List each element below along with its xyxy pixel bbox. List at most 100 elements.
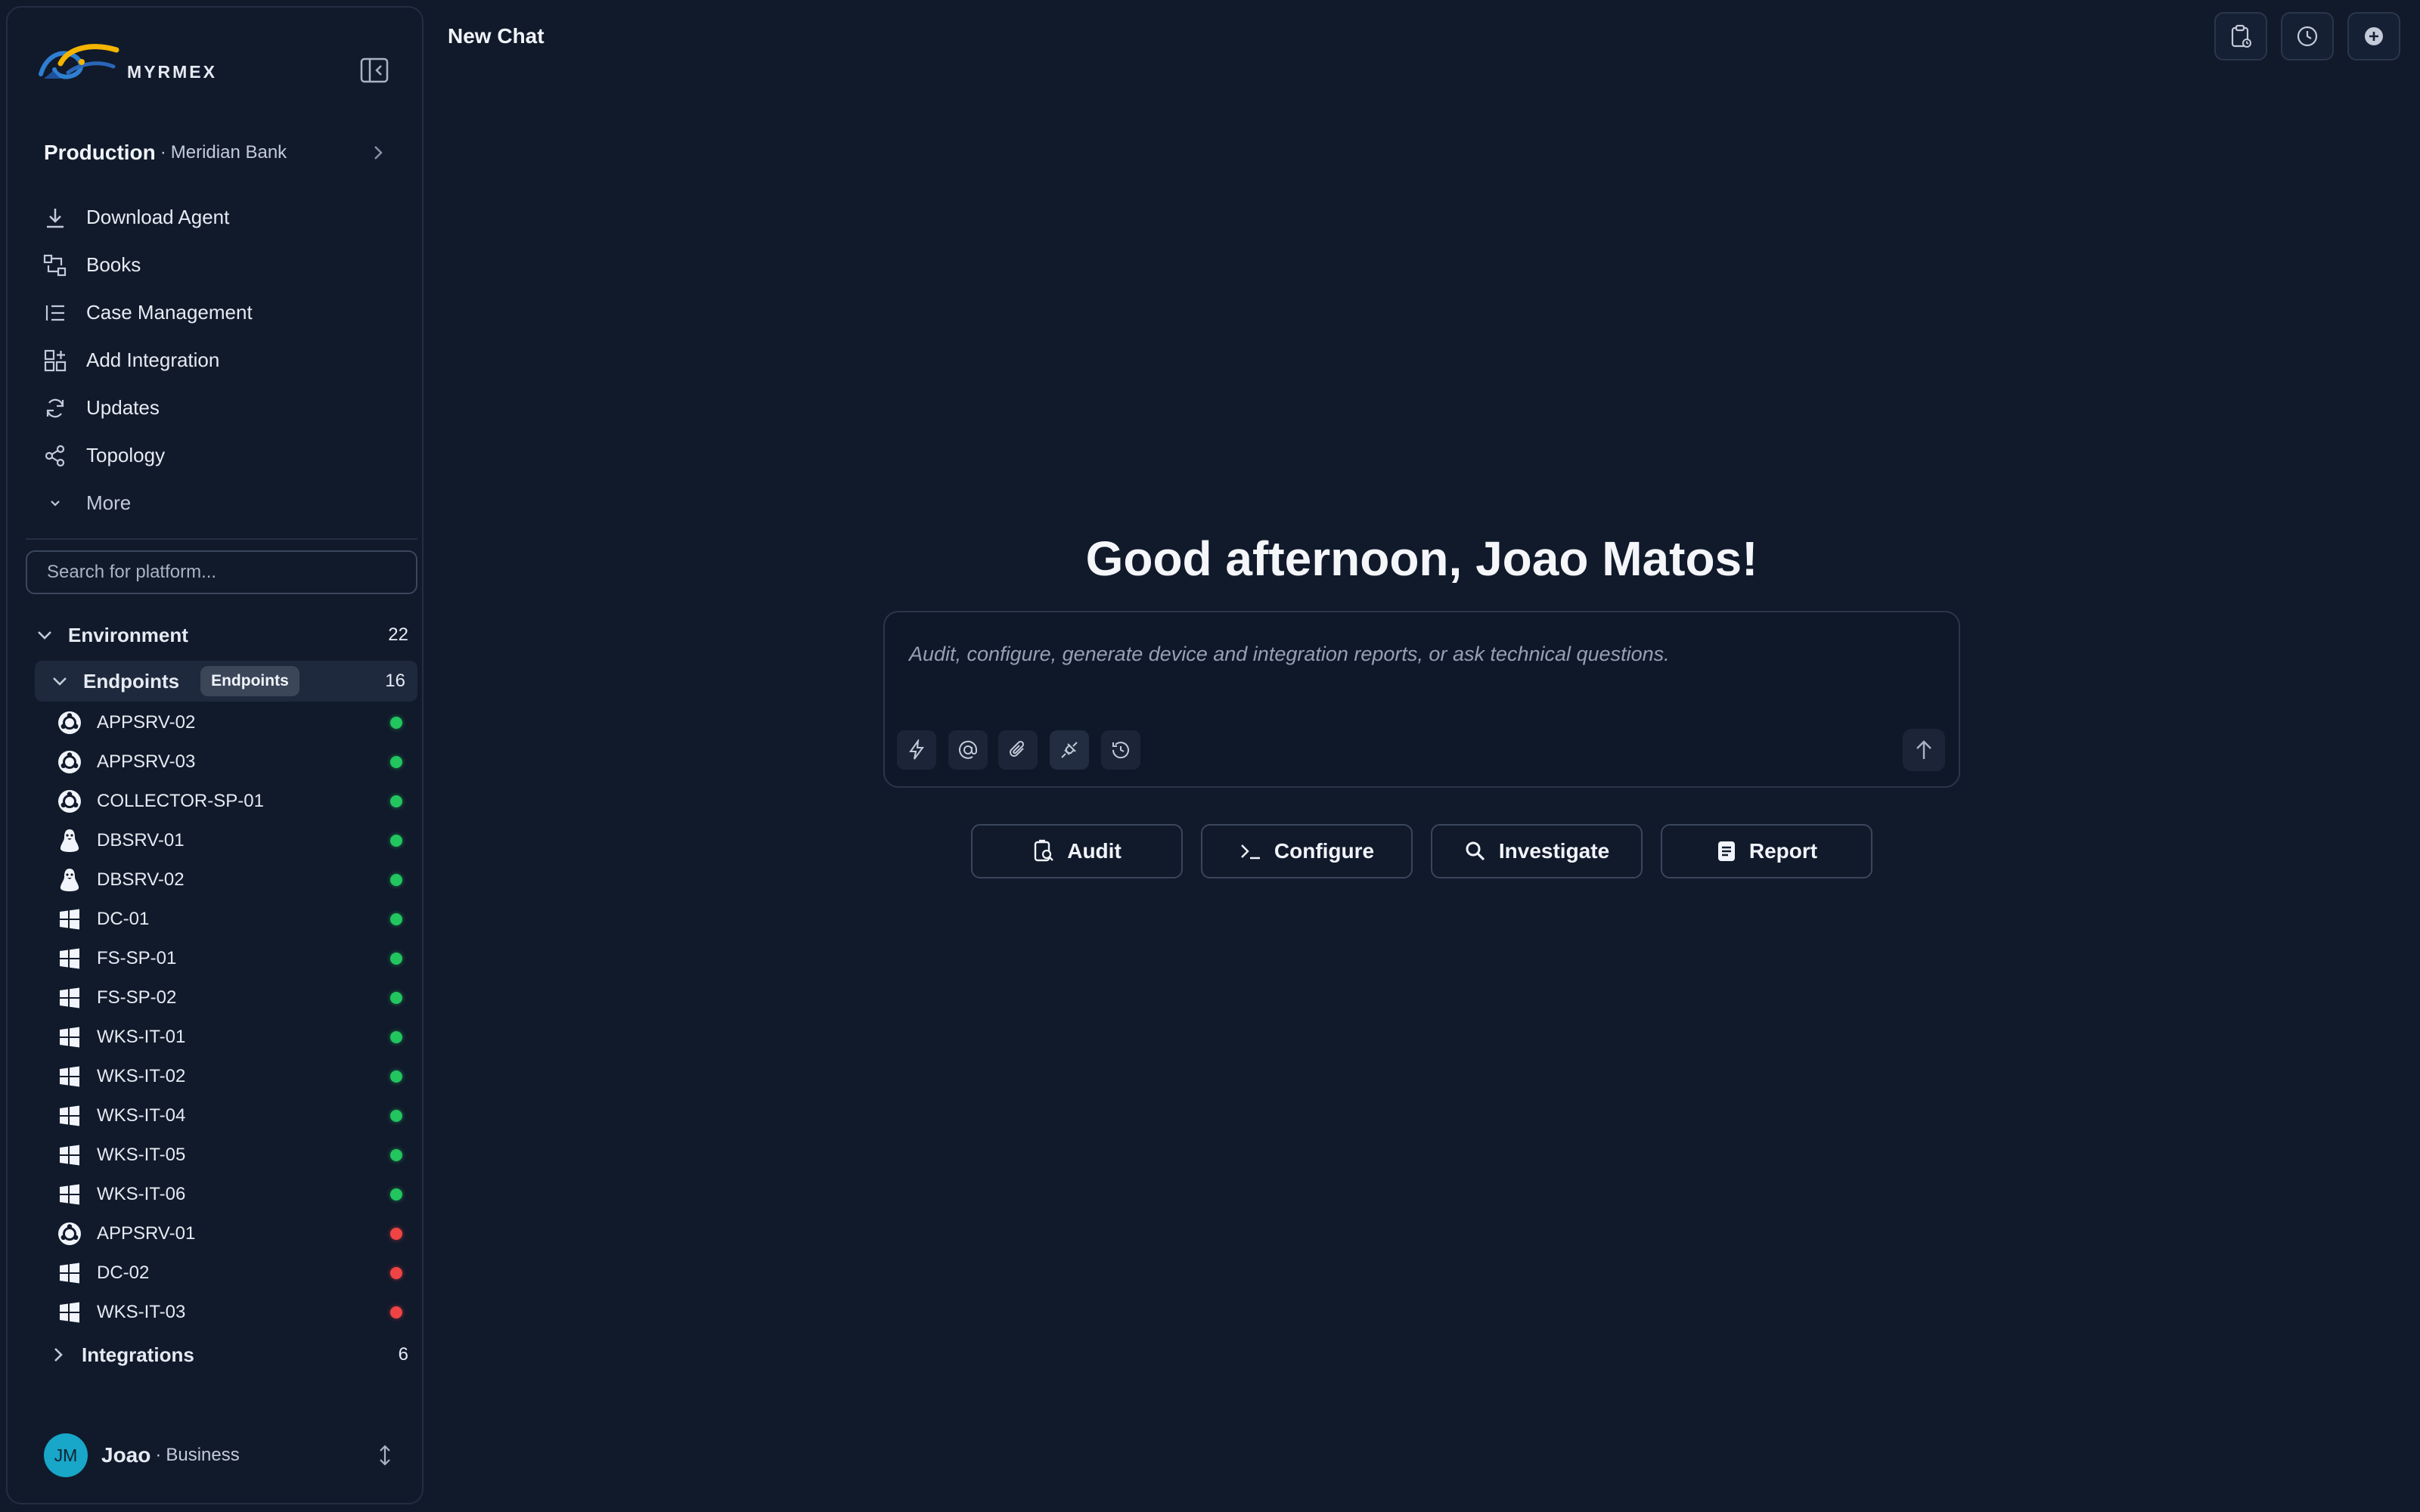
sidebar-divider — [26, 538, 417, 540]
status-online-indicator — [390, 1149, 402, 1161]
sidebar: MYRMEX Production · Meridian Bank Downlo… — [6, 6, 424, 1504]
audit-icon — [1035, 839, 1054, 862]
history-button[interactable] — [2281, 12, 2334, 60]
new-chat-button[interactable] — [2347, 12, 2400, 60]
nav-more-toggle[interactable]: More — [35, 479, 413, 527]
endpoint-row[interactable]: WKS-IT-01 — [56, 1018, 419, 1057]
report-button[interactable]: Report — [1661, 824, 1872, 878]
send-button[interactable] — [1903, 729, 1945, 771]
audit-label: Audit — [1067, 839, 1122, 863]
endpoint-name: WKS-IT-02 — [97, 1066, 186, 1086]
chevron-down-icon — [42, 491, 68, 516]
endpoints-count: 16 — [385, 671, 405, 691]
clock-icon — [2297, 26, 2318, 47]
nav-label: Books — [86, 253, 141, 276]
nav-more-label: More — [86, 491, 132, 514]
configure-label: Configure — [1274, 839, 1375, 863]
plug-icon — [1061, 742, 1078, 758]
sidebar-collapse-icon — [360, 57, 389, 83]
endpoint-row[interactable]: FS-SP-02 — [56, 978, 419, 1018]
endpoint-name: FS-SP-02 — [97, 987, 177, 1008]
endpoint-row[interactable]: WKS-IT-05 — [56, 1136, 419, 1175]
at-icon — [959, 740, 978, 759]
endpoint-row[interactable]: APPSRV-03 — [56, 742, 419, 782]
tree-integrations[interactable]: Integrations 6 — [50, 1338, 408, 1371]
nav-item-case-management[interactable]: Case Management — [35, 289, 413, 336]
integrations-label: Integrations — [82, 1343, 194, 1366]
status-online-indicator — [390, 756, 402, 768]
endpoint-name: APPSRV-02 — [97, 712, 196, 733]
avatar: JM — [44, 1433, 88, 1477]
collapse-sidebar-button[interactable] — [357, 53, 392, 88]
brand-name: MYRMEX — [127, 62, 217, 82]
nav-item-download-agent[interactable]: Download Agent — [35, 194, 413, 241]
brand-logo[interactable]: MYRMEX — [32, 35, 402, 95]
windows-icon — [56, 1181, 83, 1208]
endpoint-row[interactable]: WKS-IT-03 — [56, 1293, 419, 1332]
user-name: Joao — [101, 1443, 151, 1467]
user-menu[interactable]: JM Joao · Business — [44, 1432, 399, 1479]
share-icon — [42, 443, 68, 469]
environment-label: Environment — [68, 623, 188, 646]
endpoint-row[interactable]: DC-01 — [56, 900, 419, 939]
org-environment-name: Production — [44, 141, 156, 164]
endpoint-list: APPSRV-02 APPSRV-03 COLLECTOR-SP-01 DBSRV-0… — [56, 703, 419, 1332]
chevron-down-icon — [53, 677, 67, 686]
endpoint-row[interactable]: DBSRV-01 — [56, 821, 419, 860]
chevron-right-icon — [54, 1348, 63, 1362]
endpoint-row[interactable]: DBSRV-02 — [56, 860, 419, 900]
windows-icon — [56, 945, 83, 972]
endpoint-name: DBSRV-02 — [97, 869, 185, 890]
ubuntu-icon — [56, 709, 83, 736]
chat-history-button[interactable] — [1101, 730, 1140, 770]
integrations-count: 6 — [398, 1344, 408, 1365]
audit-button[interactable]: Audit — [971, 824, 1183, 878]
chevron-down-icon — [38, 631, 51, 640]
nav-label: Download Agent — [86, 206, 230, 228]
endpoint-row[interactable]: WKS-IT-06 — [56, 1175, 419, 1214]
quick-action-button[interactable] — [897, 730, 936, 770]
chat-composer[interactable]: Audit, configure, generate device and in… — [883, 611, 1960, 788]
investigate-button[interactable]: Investigate — [1431, 824, 1643, 878]
paperclip-icon — [1010, 740, 1025, 757]
nav-item-topology[interactable]: Topology — [35, 432, 413, 479]
tree-endpoints[interactable]: Endpoints Endpoints 16 — [35, 661, 417, 702]
windows-icon — [56, 1142, 83, 1169]
status-offline-indicator — [390, 1267, 402, 1279]
user-separator: · — [155, 1445, 162, 1465]
user-plan: Business — [166, 1445, 240, 1465]
tree-environment[interactable]: Environment 22 — [35, 618, 408, 652]
endpoint-row[interactable]: APPSRV-01 — [56, 1214, 419, 1253]
status-online-indicator — [390, 1110, 402, 1122]
clipboard-button[interactable] — [2214, 12, 2267, 60]
expand-vertical-icon — [380, 1445, 390, 1466]
quick-actions: Audit Configure Investigate Report — [971, 824, 1872, 878]
endpoint-row[interactable]: DC-02 — [56, 1253, 419, 1293]
myrmex-logo-icon — [39, 44, 119, 79]
endpoint-name: COLLECTOR-SP-01 — [97, 791, 264, 811]
endpoint-row[interactable]: WKS-IT-02 — [56, 1057, 419, 1096]
investigate-label: Investigate — [1498, 839, 1610, 863]
endpoint-row[interactable]: FS-SP-01 — [56, 939, 419, 978]
endpoint-row[interactable]: APPSRV-02 — [56, 703, 419, 742]
platform-search-input[interactable] — [26, 550, 417, 594]
endpoint-row[interactable]: COLLECTOR-SP-01 — [56, 782, 419, 821]
nav-item-books[interactable]: Books — [35, 241, 413, 289]
report-label: Report — [1748, 839, 1818, 863]
configure-button[interactable]: Configure — [1201, 824, 1413, 878]
mention-button[interactable] — [948, 730, 988, 770]
attach-button[interactable] — [998, 730, 1038, 770]
endpoints-label: Endpoints — [83, 669, 180, 692]
chevron-right-icon — [374, 146, 383, 160]
ubuntu-icon — [56, 1220, 83, 1247]
endpoint-row[interactable]: WKS-IT-04 — [56, 1096, 419, 1136]
nav-item-add-integration[interactable]: Add Integration — [35, 336, 413, 384]
org-switcher[interactable]: Production · Meridian Bank — [44, 135, 399, 171]
nav-item-updates[interactable]: Updates — [35, 384, 413, 432]
integration-plug-button[interactable] — [1050, 730, 1089, 770]
status-online-indicator — [390, 795, 402, 807]
status-online-indicator — [390, 717, 402, 729]
org-company: Meridian Bank — [170, 142, 287, 163]
refresh-icon — [42, 395, 68, 421]
history-icon — [1112, 742, 1129, 759]
